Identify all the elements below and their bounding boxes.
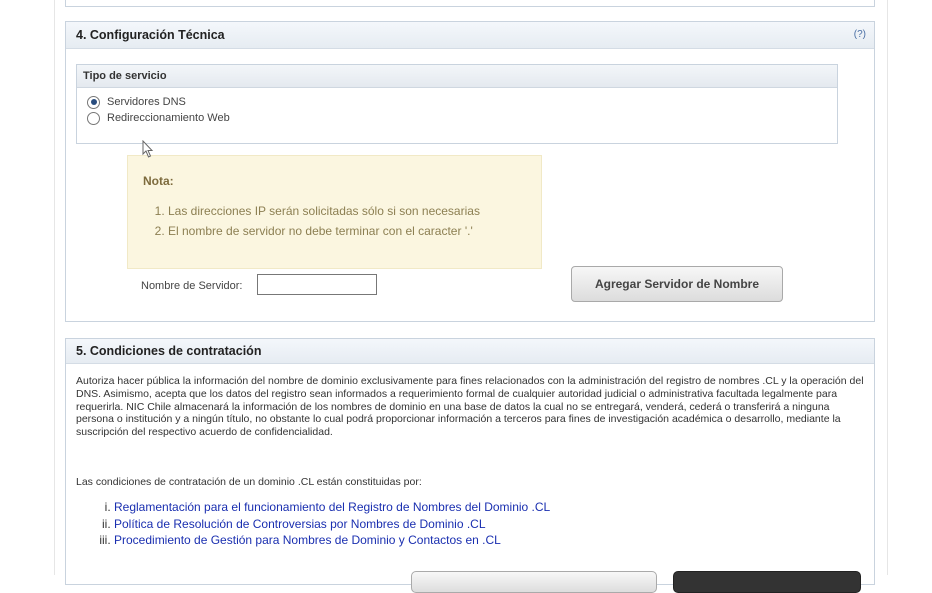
section-title: 5. Condiciones de contratación — [76, 344, 262, 358]
radio-dns-servers[interactable] — [87, 95, 100, 109]
add-name-server-button[interactable]: Agregar Servidor de Nombre — [571, 266, 783, 302]
radio-web-redirect[interactable] — [87, 111, 100, 125]
note-list: Las direcciones IP serán solicitadas sól… — [150, 201, 480, 241]
section-header: 5. Condiciones de contratación — [66, 339, 874, 364]
section-contract-conditions: 5. Condiciones de contratación Autoriza … — [65, 338, 875, 585]
bottom-primary-button[interactable] — [673, 571, 861, 593]
section-title: 4. Configuración Técnica — [76, 28, 225, 42]
note-title: Nota: — [143, 174, 174, 188]
conditions-link-item: Procedimiento de Gestión para Nombres de… — [114, 532, 550, 549]
note-box: Nota: Las direcciones IP serán solicitad… — [127, 155, 542, 269]
service-type-panel: Tipo de servicio Servidores DNS Redirecc… — [76, 64, 838, 144]
conditions-intro: Las condiciones de contratación de un do… — [76, 476, 422, 488]
option-label: Redireccionamiento Web — [107, 112, 230, 124]
conditions-links: Reglamentación para el funcionamiento de… — [86, 499, 550, 549]
server-name-input[interactable] — [257, 274, 377, 295]
link-management-procedure[interactable]: Procedimiento de Gestión para Nombres de… — [114, 533, 501, 547]
conditions-paragraph: Autoriza hacer pública la información de… — [76, 375, 864, 439]
link-regulation[interactable]: Reglamentación para el funcionamiento de… — [114, 500, 550, 514]
section-header: 4. Configuración Técnica (?) — [66, 22, 874, 49]
option-dns-servers[interactable]: Servidores DNS — [87, 94, 837, 110]
section-technical-config: 4. Configuración Técnica (?) Tipo de ser… — [65, 21, 875, 322]
bottom-secondary-button[interactable] — [411, 571, 657, 593]
note-item: El nombre de servidor no debe terminar c… — [168, 221, 480, 241]
link-dispute-policy[interactable]: Política de Resolución de Controversias … — [114, 517, 486, 531]
server-name-label: Nombre de Servidor: — [141, 280, 243, 292]
conditions-link-item: Reglamentación para el funcionamiento de… — [114, 499, 550, 516]
note-item: Las direcciones IP serán solicitadas sól… — [168, 201, 480, 221]
help-link[interactable]: (?) — [854, 22, 866, 48]
conditions-link-item: Política de Resolución de Controversias … — [114, 516, 550, 533]
mouse-cursor-icon — [142, 140, 154, 158]
service-type-header: Tipo de servicio — [77, 65, 837, 88]
option-web-redirect[interactable]: Redireccionamiento Web — [87, 110, 837, 126]
previous-section-bottom — [65, 0, 875, 7]
option-label: Servidores DNS — [107, 96, 186, 108]
